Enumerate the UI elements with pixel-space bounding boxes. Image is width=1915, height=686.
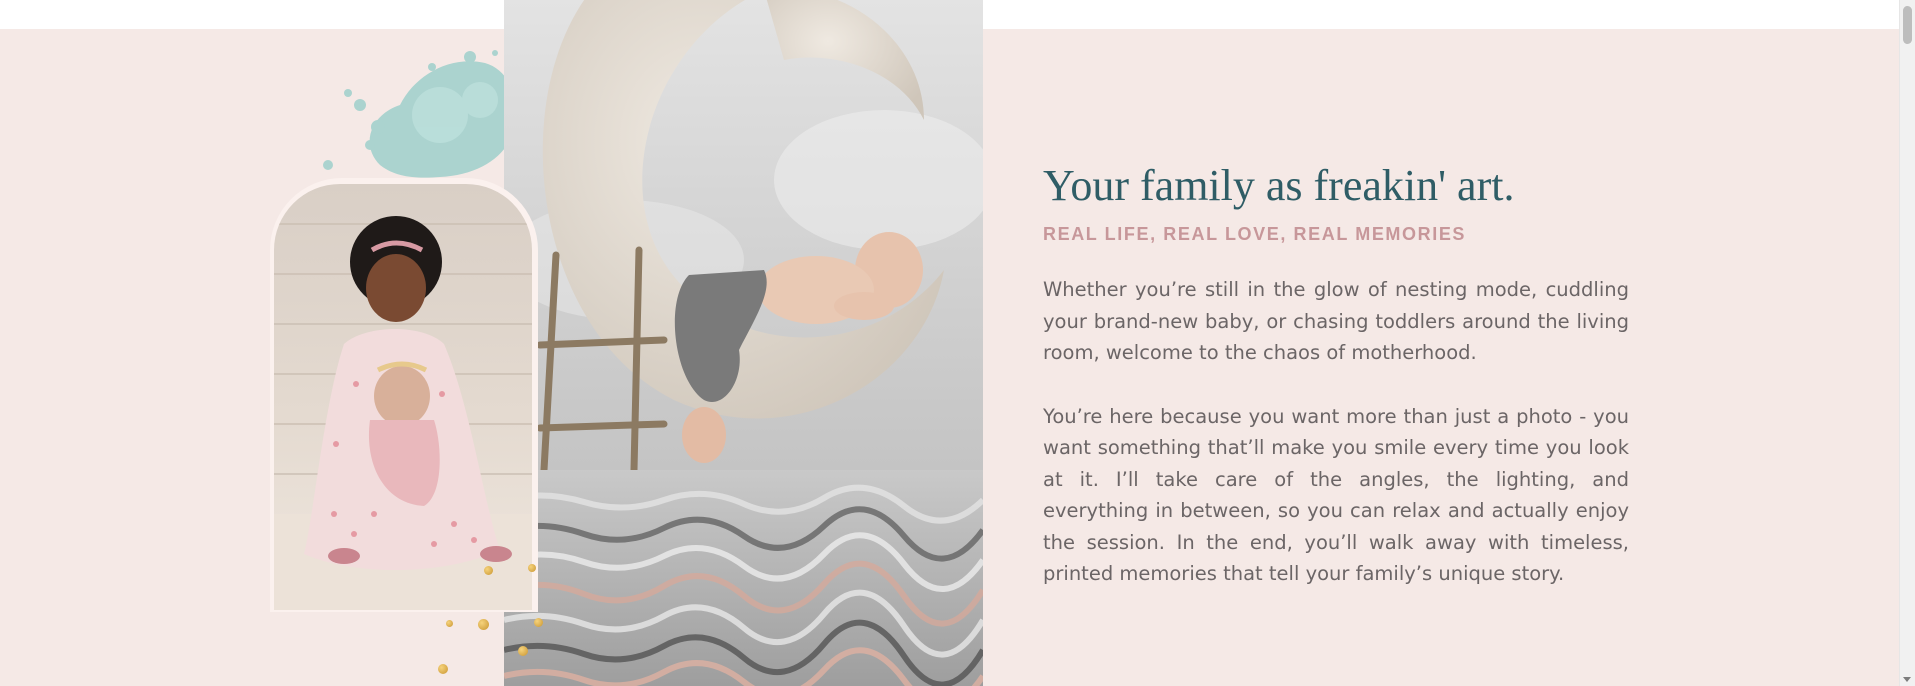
gold-confetti-dot [534,618,543,627]
hero-paragraph-1: Whether you’re still in the glow of nest… [1043,278,1629,364]
scroll-down-arrow-icon[interactable] [1903,677,1911,682]
scrollbar-thumb[interactable] [1903,6,1912,44]
gold-confetti-dot [438,664,448,674]
hero-subheadline: REAL LIFE, REAL LOVE, REAL MEMORIES [1043,224,1467,244]
newborn-on-moon-photo [504,0,983,686]
hero-paragraph-2: You’re here because you want more than j… [1043,404,1629,586]
gold-confetti-dot [518,646,528,656]
gold-confetti-dot [528,564,536,572]
gold-confetti-dot [478,619,489,630]
watercolor-splash [323,50,517,178]
sister-holding-newborn-photo [274,184,532,610]
hero-headline: Your family as freakin' art. [1043,161,1515,210]
gold-confetti-dot [446,620,453,627]
gold-confetti-dot [484,566,493,575]
page-scrollbar[interactable] [1899,0,1915,686]
page: Your family as freakin' art. REAL LIFE, … [0,0,1915,686]
hero-text: Your family as freakin' art. REAL LIFE, … [1043,158,1629,590]
